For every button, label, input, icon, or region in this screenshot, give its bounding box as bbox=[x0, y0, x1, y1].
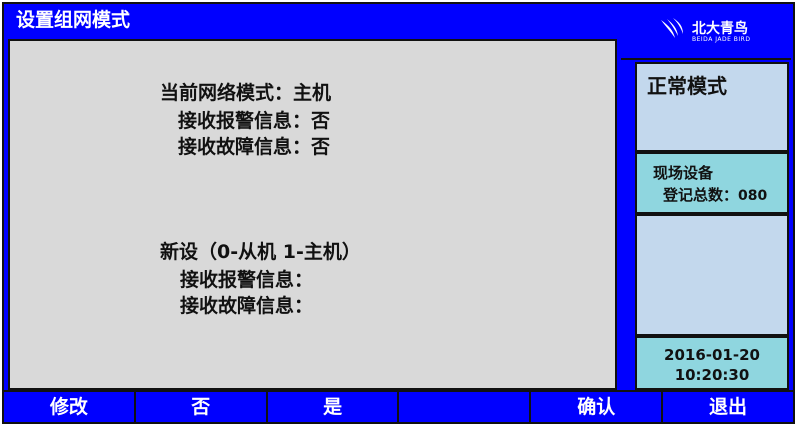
exit-button[interactable]: 退出 bbox=[663, 392, 793, 422]
page-title: 设置组网模式 bbox=[4, 4, 619, 36]
device-count-value: 080 bbox=[738, 188, 768, 204]
time-display: 10:20:30 bbox=[674, 366, 750, 384]
logo-text: 北大青鸟 bbox=[692, 21, 748, 37]
empty-button[interactable] bbox=[399, 392, 532, 422]
new-receive-fault-field[interactable]: 接收故障信息： bbox=[180, 291, 313, 318]
datetime-panel: 2016-01-20 10:20:30 bbox=[635, 336, 789, 390]
current-network-mode: 当前网络模式：主机 bbox=[160, 82, 332, 104]
mode-panel: 正常模式 bbox=[635, 62, 789, 152]
logo-english-text: BEIDA JADE BIRD bbox=[692, 36, 751, 43]
mode-status: 正常模式 bbox=[647, 74, 727, 98]
device-title: 现场设备 bbox=[653, 164, 714, 182]
modify-button[interactable]: 修改 bbox=[4, 392, 136, 422]
new-setting-prompt: 新设（0-从机 1-主机） bbox=[160, 241, 361, 263]
function-key-bar: 修改 否 是 确认 退出 bbox=[4, 390, 793, 422]
confirm-button[interactable]: 确认 bbox=[531, 392, 664, 422]
yes-button[interactable]: 是 bbox=[268, 392, 400, 422]
device-panel: 现场设备 登记总数：080 bbox=[635, 152, 789, 214]
bird-logo-icon bbox=[661, 18, 683, 38]
new-receive-alarm-field[interactable]: 接收报警信息： bbox=[180, 265, 313, 292]
main-panel: 当前网络模式：主机 接收报警信息：否 接收故障信息：否 新设（0-从机 1-主机… bbox=[8, 39, 617, 390]
brand-logo: 北大青鸟 BEIDA JADE BIRD bbox=[621, 6, 791, 60]
blank-panel bbox=[635, 214, 789, 336]
device-count-label: 登记总数： bbox=[663, 186, 739, 204]
device-count-row: 登记总数：080 bbox=[663, 184, 767, 205]
current-receive-alarm: 接收报警信息：否 bbox=[178, 110, 331, 132]
status-sidebar: 北大青鸟 BEIDA JADE BIRD 正常模式 现场设备 登记总数：080 … bbox=[619, 4, 793, 390]
no-button[interactable]: 否 bbox=[136, 392, 268, 422]
current-receive-fault: 接收故障信息：否 bbox=[178, 136, 331, 158]
app-window: 设置组网模式 当前网络模式：主机 接收报警信息：否 接收故障信息：否 新设（0-… bbox=[2, 2, 795, 424]
date-display: 2016-01-20 bbox=[664, 346, 760, 364]
